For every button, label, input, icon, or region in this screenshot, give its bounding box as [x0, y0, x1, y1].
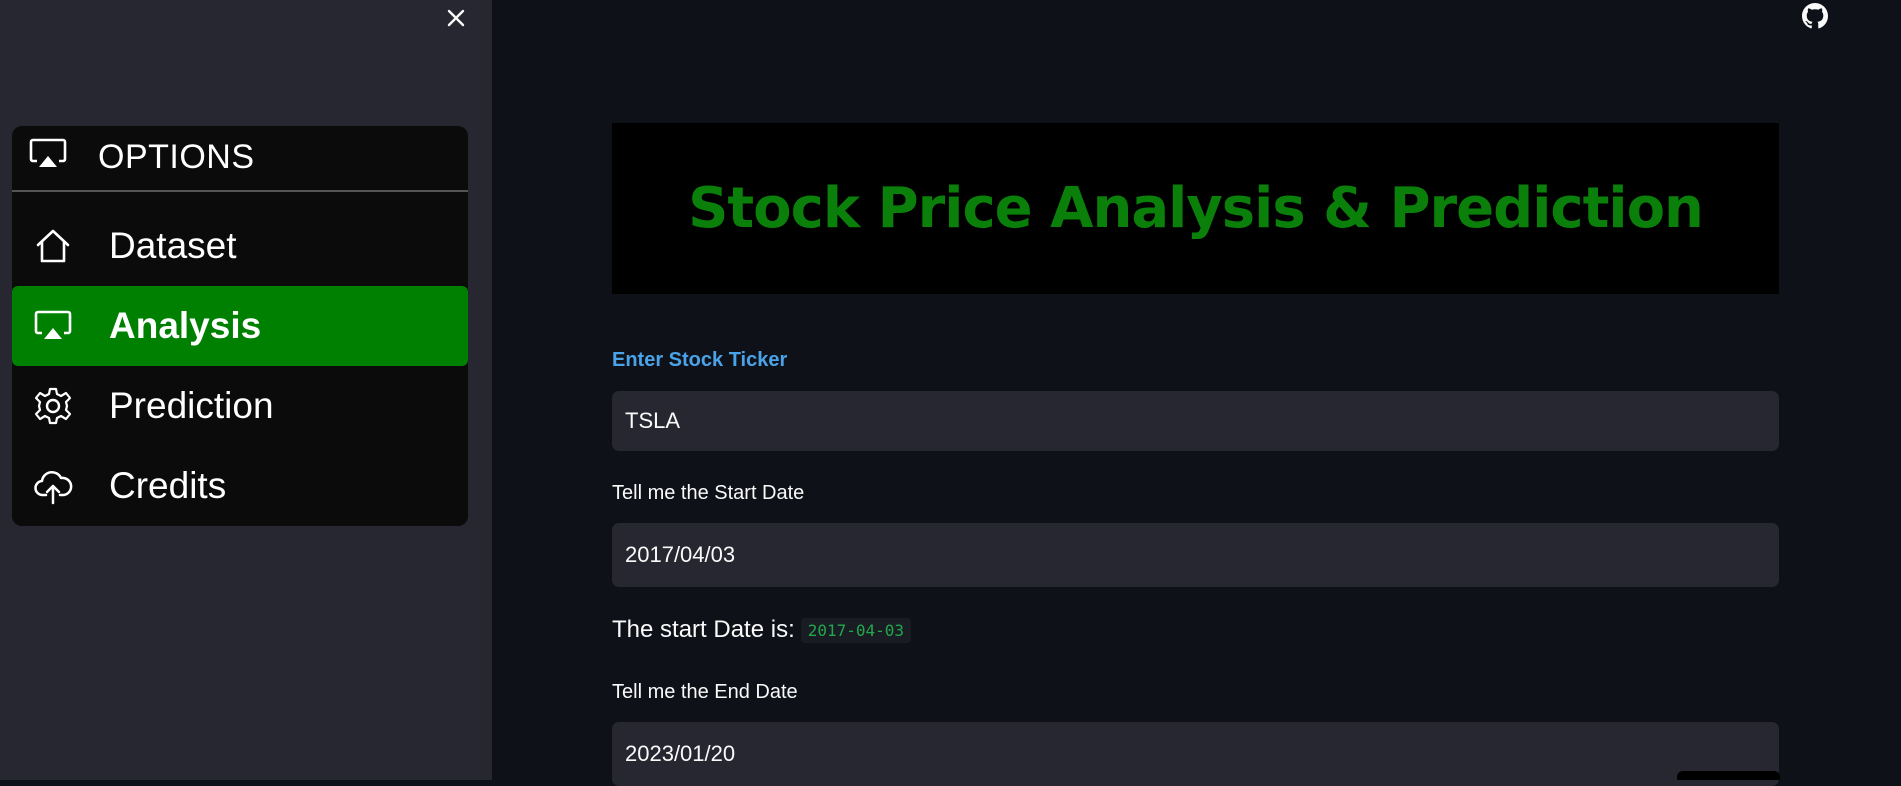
start-date-value: 2017/04/03: [625, 542, 736, 567]
start-date-info-text: The start Date is:: [612, 616, 795, 643]
scroll-indicator[interactable]: [1677, 771, 1780, 780]
menu-item-prediction[interactable]: Prediction: [12, 366, 468, 446]
menu-item-label: Analysis: [109, 305, 262, 346]
home-icon: [32, 225, 74, 267]
menu-item-credits[interactable]: Credits: [12, 446, 468, 526]
cloud-upload-icon: [32, 465, 74, 507]
title-banner: Stock Price Analysis & Prediction: [612, 123, 1779, 294]
menu-title: OPTIONS: [98, 138, 255, 176]
menu-item-label: Credits: [109, 465, 227, 506]
menu-item-label: Prediction: [109, 385, 274, 426]
end-date-value: 2023/01/20: [625, 741, 736, 766]
ticker-value: TSLA: [625, 408, 681, 433]
ticker-input[interactable]: TSLA: [612, 391, 1779, 451]
close-icon: [447, 9, 465, 27]
start-date-info: The start Date is: 2017-04-03: [612, 616, 912, 644]
github-icon[interactable]: [1802, 3, 1828, 29]
close-sidebar-button[interactable]: [442, 4, 470, 32]
page-title: Stock Price Analysis & Prediction: [688, 176, 1704, 241]
sidebar: OPTIONS Dataset Analysis Prediction Cred…: [0, 0, 492, 780]
ticker-label: Enter Stock Ticker: [612, 349, 788, 371]
airplay-icon: [32, 305, 74, 347]
airplay-icon: [29, 138, 67, 167]
menu-item-label: Dataset: [109, 225, 237, 266]
menu-list: Dataset Analysis Prediction Credits: [12, 192, 468, 526]
main-content: [492, 0, 1901, 780]
end-date-input[interactable]: 2023/01/20: [612, 722, 1779, 786]
start-date-input[interactable]: 2017/04/03: [612, 523, 1779, 587]
end-date-label: Tell me the End Date: [612, 681, 798, 703]
menu-item-analysis[interactable]: Analysis: [12, 286, 468, 366]
start-date-code: 2017-04-03: [800, 617, 912, 643]
gear-icon: [32, 385, 74, 427]
menu-item-dataset[interactable]: Dataset: [12, 206, 468, 286]
menu-header: OPTIONS: [12, 126, 468, 192]
start-date-label: Tell me the Start Date: [612, 482, 805, 504]
options-menu: OPTIONS Dataset Analysis Prediction Cred…: [12, 126, 468, 526]
